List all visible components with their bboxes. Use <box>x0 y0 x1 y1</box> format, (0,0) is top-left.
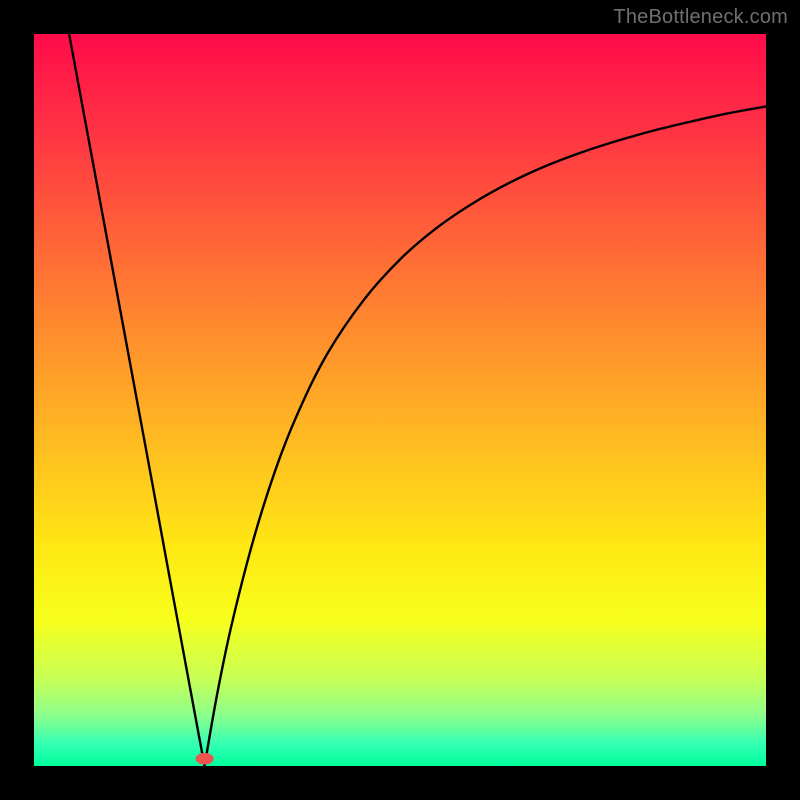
optimal-point-marker <box>196 753 214 765</box>
chart-frame: TheBottleneck.com <box>0 0 800 800</box>
watermark-text: TheBottleneck.com <box>613 6 788 29</box>
bottleneck-chart <box>34 34 766 766</box>
marker-layer <box>196 753 214 765</box>
gradient-background <box>34 34 766 766</box>
